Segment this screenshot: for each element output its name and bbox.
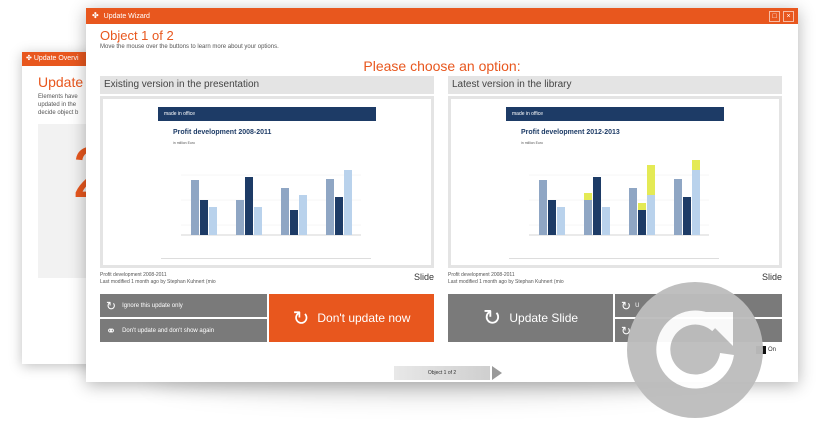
window-title: Update Wizard — [103, 13, 150, 20]
choose-prompt: Please choose an option: — [363, 58, 521, 74]
latest-version-panel: Latest version in the library made in of… — [448, 76, 782, 296]
bar-highlight — [584, 193, 592, 200]
slide-title: Profit development 2012-2013 — [521, 129, 620, 136]
bar — [557, 207, 565, 235]
refresh-icon: ↻ — [482, 305, 502, 330]
latest-slide-thumbnail[interactable]: made in office Profit development 2012-2… — [448, 96, 782, 268]
bar — [539, 180, 547, 235]
slide-footer — [161, 258, 371, 259]
existing-version-header: Existing version in the presentation — [100, 76, 434, 94]
slide-chart — [529, 160, 709, 236]
bar — [344, 170, 352, 235]
bar — [548, 200, 556, 235]
ignore-icon: ↻ — [292, 307, 310, 330]
bar — [602, 207, 610, 235]
bar — [584, 200, 592, 235]
link-icon: ⚭ — [106, 323, 117, 338]
bar — [647, 195, 655, 235]
slide-label: Slide — [761, 272, 782, 282]
dont-show-again-button[interactable]: ⚭ Don't update and don't show again — [100, 319, 267, 342]
object-pager: Object 1 of 2 — [394, 366, 502, 380]
latest-version-header: Latest version in the library — [448, 76, 782, 94]
hint-text: Move the mouse over the buttons to learn… — [100, 44, 279, 50]
slide-title: Profit development 2008-2011 — [173, 129, 272, 136]
bar — [629, 188, 637, 235]
bar — [326, 179, 334, 235]
bar — [245, 177, 253, 235]
bar — [299, 195, 307, 235]
bar — [593, 177, 601, 235]
slide-footer — [509, 258, 719, 259]
bar — [236, 200, 244, 235]
bar — [683, 197, 691, 235]
existing-version-panel: Existing version in the presentation mad… — [100, 76, 434, 296]
existing-slide-thumbnail[interactable]: made in office Profit development 2008-2… — [100, 96, 434, 268]
refresh-icon — [656, 310, 734, 389]
bar — [281, 188, 289, 235]
bar — [638, 210, 646, 235]
slide-brand-bar: made in office — [506, 107, 724, 121]
bar — [200, 200, 208, 235]
bar — [209, 207, 217, 235]
bar-highlight — [647, 165, 655, 195]
slide-chart — [181, 170, 361, 236]
app-icon: ✤ — [26, 55, 32, 62]
bar — [335, 197, 343, 235]
bar — [290, 210, 298, 235]
bar-highlight — [692, 160, 700, 170]
slide-label: Slide — [413, 272, 434, 282]
refresh-overlay-icon — [627, 282, 763, 418]
ignore-update-button[interactable]: ↻ Ignore this update only — [100, 294, 267, 317]
maximize-icon[interactable]: □ — [769, 11, 780, 22]
bar-highlight — [638, 203, 646, 210]
slide-brand-bar: made in office — [158, 107, 376, 121]
bar — [254, 207, 262, 235]
bar — [692, 170, 700, 235]
close-icon[interactable]: × — [783, 11, 794, 22]
update-slide-button[interactable]: ↻ Update Slide — [448, 294, 613, 342]
next-arrow-icon[interactable] — [492, 366, 502, 380]
existing-version-meta: Profit development 2008-2011 Last modifi… — [100, 272, 434, 285]
slide-subtitle: in million Euro — [173, 141, 195, 145]
dont-update-now-button[interactable]: ↻ Don't update now — [269, 294, 434, 342]
ignore-icon: ↻ — [106, 298, 117, 313]
bar — [674, 179, 682, 235]
title-bar: ✤ Update Wizard □ × — [86, 8, 798, 24]
bar — [191, 180, 199, 235]
pager-label: Object 1 of 2 — [394, 366, 490, 380]
slide-subtitle: in million Euro — [521, 141, 543, 145]
object-title: Object 1 of 2 — [100, 28, 174, 43]
app-icon: ✤ — [92, 11, 99, 20]
left-action-buttons: ↻ Ignore this update only ⚭ Don't update… — [100, 294, 434, 342]
